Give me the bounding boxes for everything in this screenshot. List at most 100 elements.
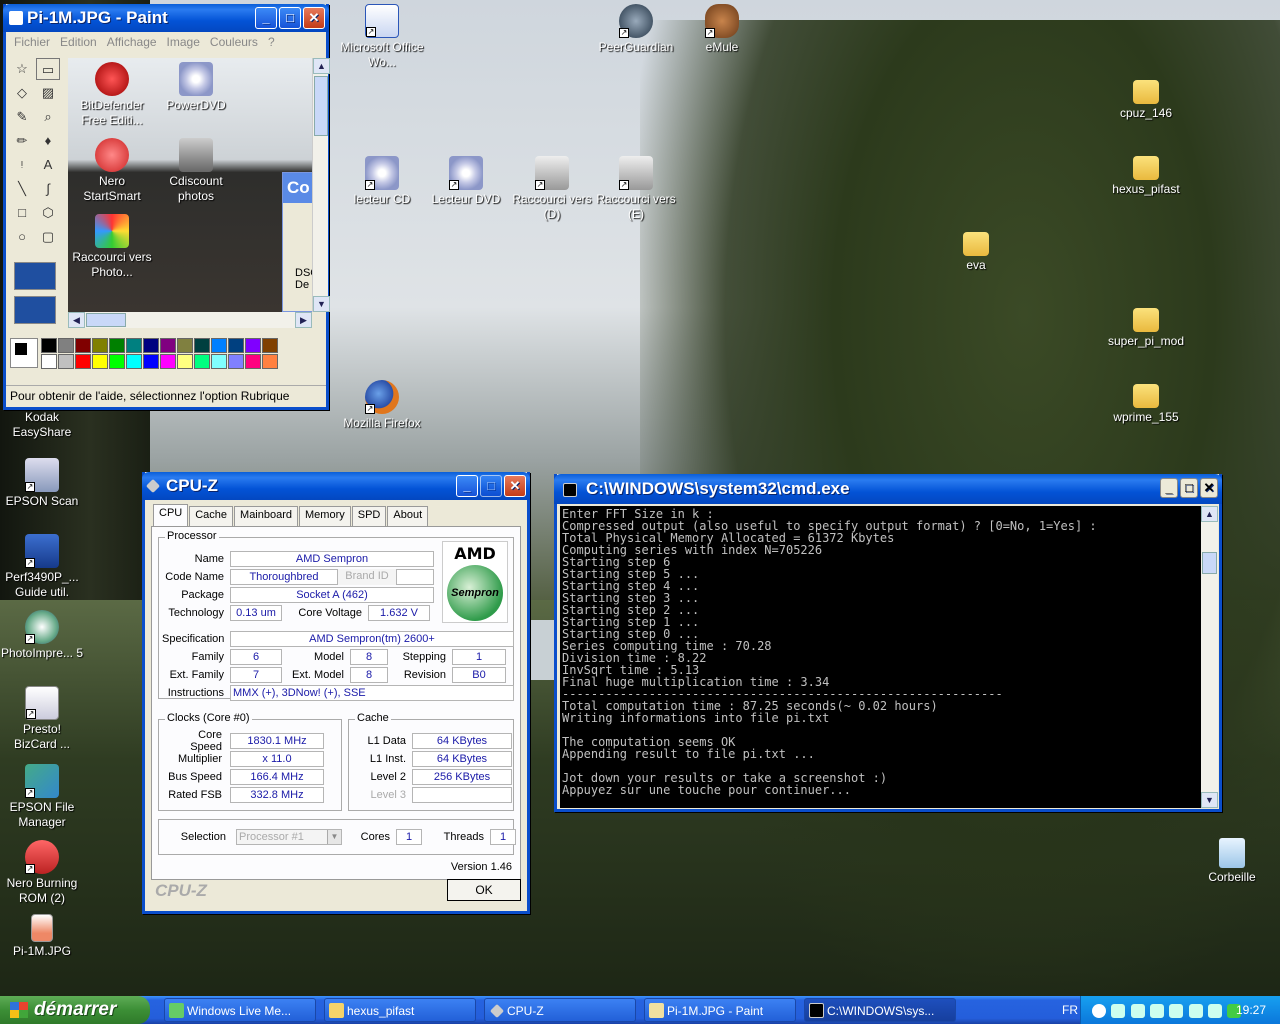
desktop-icon-firefox[interactable]: ↗ Mozilla Firefox — [340, 380, 424, 431]
tray-icon-2[interactable] — [1130, 1003, 1145, 1018]
color-swatch[interactable] — [228, 338, 244, 353]
tab-memory[interactable]: Memory — [299, 506, 351, 526]
tab-mainboard[interactable]: Mainboard — [234, 506, 299, 526]
taskbar-item-cmd[interactable]: C:\WINDOWS\sys... — [804, 998, 956, 1022]
desktop-icon-corbeille[interactable]: Corbeille — [1190, 838, 1274, 885]
desktop-icon-lecteur-cd[interactable]: ↗ lecteur CD — [340, 156, 424, 207]
scroll-right-icon[interactable]: ▶ — [295, 312, 312, 328]
chevron-left-icon[interactable] — [1092, 1003, 1106, 1018]
color-swatch[interactable] — [194, 354, 210, 369]
color-swatch[interactable] — [245, 354, 261, 369]
desktop-icon-wprime[interactable]: wprime_155 — [1104, 384, 1188, 425]
paint-titlebar[interactable]: Pi-1M.JPG - Paint _ □ ✕ — [3, 4, 329, 32]
color-swatch[interactable] — [177, 338, 193, 353]
paint-tool-10[interactable]: ╲ — [10, 178, 34, 200]
current-colors[interactable] — [10, 338, 38, 368]
color-swatch[interactable] — [126, 338, 142, 353]
tool-options-bottom[interactable] — [14, 296, 56, 324]
desktop-icon-superpi[interactable]: super_pi_mod — [1104, 308, 1188, 349]
paint-tool-4[interactable]: ✎ — [10, 106, 34, 128]
cmd-scroll-thumb[interactable] — [1202, 552, 1217, 574]
paint-tool-3[interactable]: ▨ — [36, 82, 60, 104]
paint-tool-1[interactable]: ▭ — [36, 58, 60, 80]
scroll-left-icon[interactable]: ◀ — [68, 312, 85, 328]
desktop-icon-nero-burning[interactable]: ↗ Nero Burning ROM (2) — [0, 840, 84, 906]
color-swatch[interactable] — [126, 354, 142, 369]
minimize-button[interactable]: _ — [456, 475, 478, 497]
color-swatch[interactable] — [211, 338, 227, 353]
desktop-icon-perf3490[interactable]: ↗ Perf3490P_... Guide util. — [0, 534, 84, 600]
menu-fichier[interactable]: Fichier — [10, 35, 54, 49]
paint-tool-7[interactable]: ♦ — [36, 130, 60, 152]
paint-horizontal-scrollbar[interactable]: ◀ ▶ — [68, 312, 312, 328]
processor-select[interactable]: Processor #1 ▼ — [236, 829, 342, 845]
color-swatch[interactable] — [75, 354, 91, 369]
paint-tool-12[interactable]: □ — [10, 202, 34, 224]
color-swatch[interactable] — [262, 338, 278, 353]
tab-cpu[interactable]: CPU — [153, 504, 189, 526]
minimize-button[interactable]: _ — [1160, 478, 1178, 498]
color-swatch[interactable] — [92, 354, 108, 369]
maximize-button[interactable]: □ — [480, 475, 502, 497]
color-swatch[interactable] — [75, 338, 91, 353]
paint-vertical-scrollbar[interactable]: ▲ ▼ — [312, 58, 330, 312]
cmd-window[interactable]: C:\WINDOWS\system32\cmd.exe _ □ ✕ Enter … — [554, 474, 1222, 812]
scroll-down-icon[interactable]: ▼ — [313, 296, 330, 312]
tool-options-top[interactable] — [14, 262, 56, 290]
desktop-icon-cpuz146[interactable]: cpuz_146 — [1104, 80, 1188, 121]
taskbar-item-cpuz[interactable]: CPU-Z — [484, 998, 636, 1022]
ok-button[interactable]: OK — [447, 879, 521, 901]
color-swatch[interactable] — [160, 354, 176, 369]
desktop-icon-hexus[interactable]: hexus_pifast — [1104, 156, 1188, 197]
color-swatch[interactable] — [92, 338, 108, 353]
color-swatch[interactable] — [58, 354, 74, 369]
taskbar-item-live-messenger[interactable]: Windows Live Me... — [164, 998, 316, 1022]
scroll-up-icon[interactable]: ▲ — [313, 58, 330, 74]
hscroll-thumb[interactable] — [86, 313, 126, 327]
desktop-icon-peerguardian[interactable]: ↗ PeerGuardian — [594, 4, 678, 55]
color-swatch[interactable] — [245, 338, 261, 353]
paint-tool-6[interactable]: ✏ — [10, 130, 34, 152]
color-swatch[interactable] — [211, 354, 227, 369]
paint-tool-11[interactable]: ∫ — [36, 178, 60, 200]
tray-icon-3[interactable] — [1150, 1003, 1165, 1018]
maximize-button[interactable]: □ — [279, 7, 301, 29]
color-swatch[interactable] — [143, 354, 159, 369]
paint-window[interactable]: Pi-1M.JPG - Paint _ □ ✕ Fichier Edition … — [3, 4, 330, 410]
paint-tool-0[interactable]: ☆ — [10, 58, 34, 80]
color-swatch[interactable] — [41, 354, 57, 369]
color-swatch[interactable] — [109, 354, 125, 369]
desktop-icon-epson-scan[interactable]: ↗ EPSON Scan — [0, 458, 84, 509]
color-swatch[interactable] — [194, 338, 210, 353]
color-swatch[interactable] — [228, 354, 244, 369]
tab-about[interactable]: About — [387, 506, 429, 526]
menu-image[interactable]: Image — [163, 35, 204, 49]
paint-canvas[interactable]: BitDefender Free Editi... PowerDVD Nero … — [68, 58, 312, 312]
tray-icon-4[interactable] — [1169, 1003, 1184, 1018]
close-button[interactable]: ✕ — [504, 475, 526, 497]
paint-tool-9[interactable]: A — [36, 154, 60, 176]
tab-cache[interactable]: Cache — [189, 506, 234, 526]
desktop-icon-photoimpression[interactable]: ↗ PhotoImpre... 5 — [0, 610, 84, 661]
tray-icon-5[interactable] — [1188, 1003, 1203, 1018]
menu-edition[interactable]: Edition — [56, 35, 101, 49]
paint-tool-2[interactable]: ◇ — [10, 82, 34, 104]
paint-tool-14[interactable]: ○ — [10, 226, 34, 248]
menu-affichage[interactable]: Affichage — [103, 35, 161, 49]
cmd-scrollbar[interactable]: ▲ ▼ — [1201, 506, 1218, 808]
color-swatch[interactable] — [262, 354, 278, 369]
taskbar-item-hexus[interactable]: hexus_pifast — [324, 998, 476, 1022]
desktop-icon-raccourci-e[interactable]: ↗ Raccourci vers (E) — [594, 156, 678, 222]
cmd-titlebar[interactable]: C:\WINDOWS\system32\cmd.exe _ □ ✕ — [554, 474, 1222, 504]
paint-tool-8[interactable]: ᵎ — [10, 154, 34, 176]
scroll-down-icon[interactable]: ▼ — [1201, 792, 1218, 808]
paint-tool-15[interactable]: ▢ — [36, 226, 60, 248]
desktop-icon-lecteur-dvd[interactable]: ↗ Lecteur DVD — [424, 156, 508, 207]
cpuz-titlebar[interactable]: CPU-Z _ □ ✕ — [142, 472, 530, 500]
desktop-icon-pi1m[interactable]: Pi-1M.JPG — [0, 914, 84, 959]
tray-icon-1[interactable] — [1111, 1003, 1126, 1018]
start-button[interactable]: démarrer — [0, 996, 150, 1024]
desktop-icon-presto[interactable]: ↗ Presto! BizCard ... — [0, 686, 84, 752]
maximize-button[interactable]: □ — [1180, 478, 1198, 498]
minimize-button[interactable]: _ — [255, 7, 277, 29]
